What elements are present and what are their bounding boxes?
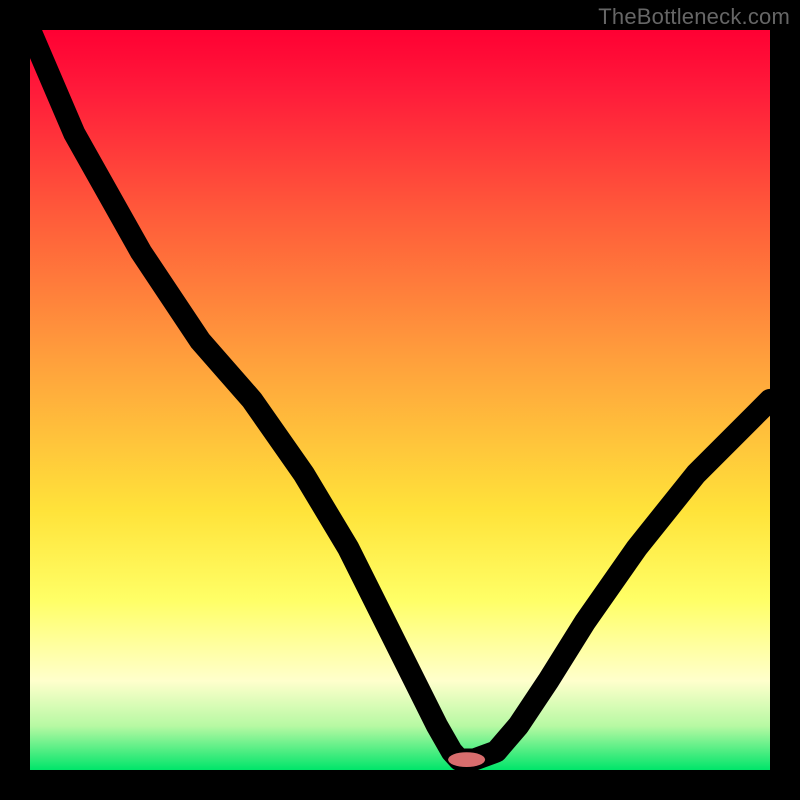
optimum-marker xyxy=(448,752,485,767)
chart-frame: TheBottleneck.com xyxy=(0,0,800,800)
plot-area xyxy=(30,30,770,770)
bottleneck-curve xyxy=(30,30,770,760)
curve-svg xyxy=(30,30,770,770)
watermark-text: TheBottleneck.com xyxy=(598,4,790,30)
